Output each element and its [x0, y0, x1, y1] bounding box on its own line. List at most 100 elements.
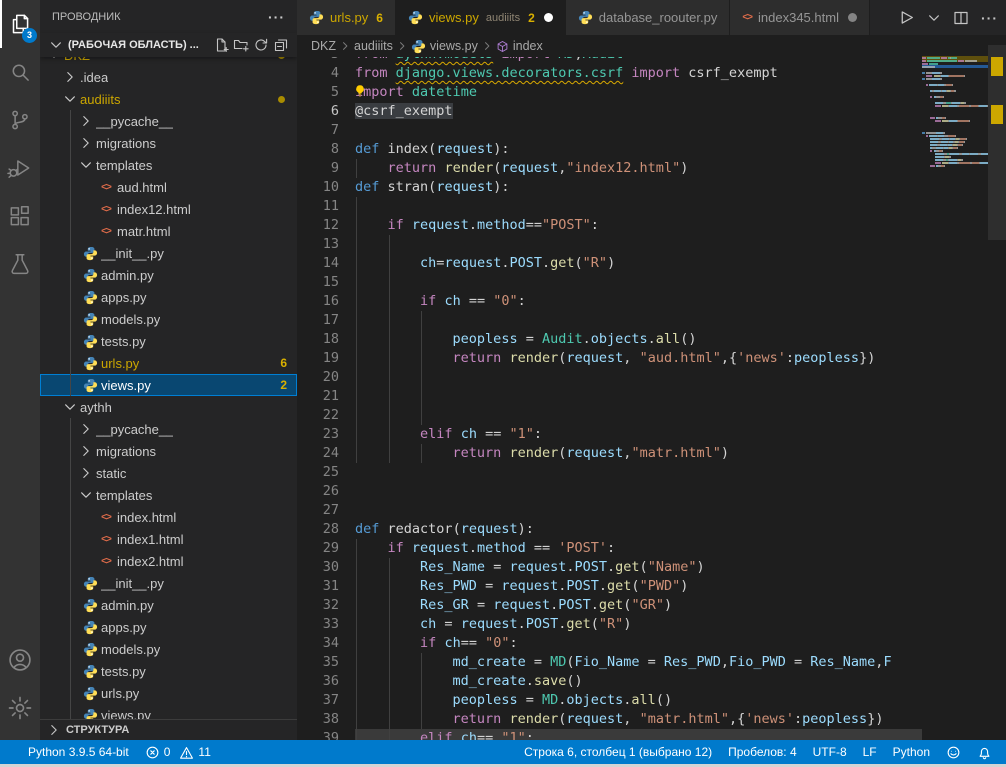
tree-item-tests-py[interactable]: tests.py	[40, 330, 297, 352]
tree-item-models-py[interactable]: models.py	[40, 308, 297, 330]
code-line-19[interactable]: 19return render(request, "aud.html",{'ne…	[297, 349, 922, 368]
status-indentation[interactable]: Пробелов: 4	[720, 745, 805, 759]
activity-item-extensions[interactable]	[0, 192, 40, 240]
tree-item-urls-py[interactable]: urls.py6	[40, 352, 297, 374]
tab-urls-py[interactable]: urls.py6	[297, 0, 396, 35]
tree-item-apps-py[interactable]: apps.py	[40, 286, 297, 308]
code-line-35[interactable]: 35md_create = MD(Fio_Name = Res_PWD,Fio_…	[297, 653, 922, 672]
code-line-15[interactable]: 15	[297, 273, 922, 292]
code-line-25[interactable]: 25	[297, 463, 922, 482]
tree-item-init-py[interactable]: __init__.py	[40, 572, 297, 594]
code-line-37[interactable]: 37peopless = MD.objects.all()	[297, 691, 922, 710]
new-file-button[interactable]	[211, 35, 231, 55]
dirty-indicator-icon[interactable]	[544, 13, 553, 22]
code-line-39[interactable]: 39elif ch== "1":	[297, 729, 922, 740]
activity-item-search[interactable]	[0, 48, 40, 96]
code-line-17[interactable]: 17	[297, 311, 922, 330]
code-line-24[interactable]: 24return render(request,"matr.html")	[297, 444, 922, 463]
activity-item-run-debug[interactable]	[0, 144, 40, 192]
tree-item-index12-html[interactable]: <>index12.html	[40, 198, 297, 220]
tree-item-aud-html[interactable]: <>aud.html	[40, 176, 297, 198]
tab-index345-html[interactable]: <>index345.html	[730, 0, 870, 35]
tree-item-urls-py[interactable]: urls.py	[40, 682, 297, 704]
tab-views-py[interactable]: views.pyaudiiits2	[396, 0, 566, 35]
activity-item-explorer[interactable]: 3	[0, 0, 40, 48]
status-notifications[interactable]	[969, 745, 1000, 760]
workspace-section-header[interactable]: (РАБОЧАЯ ОБЛАСТЬ) ...	[40, 33, 297, 57]
code-line-32[interactable]: 32Res_GR = request.POST.get("GR")	[297, 596, 922, 615]
code-line-18[interactable]: 18peopless = Audit.objects.all()	[297, 330, 922, 349]
tree-item-views-py[interactable]: views.py2	[40, 374, 297, 396]
status-cursor-position[interactable]: Строка 6, столбец 1 (выбрано 12)	[516, 745, 720, 759]
status-encoding[interactable]: UTF-8	[805, 745, 855, 759]
tree-item-static[interactable]: static	[40, 462, 297, 484]
code-line-6[interactable]: 6@csrf_exempt	[297, 102, 922, 121]
code-line-30[interactable]: 30Res_Name = request.POST.get("Name")	[297, 558, 922, 577]
tab-database-roouter-py[interactable]: database_roouter.py	[566, 0, 731, 35]
code-line-22[interactable]: 22	[297, 406, 922, 425]
tree-item-admin-py[interactable]: admin.py	[40, 264, 297, 286]
tree-item-migrations[interactable]: migrations	[40, 440, 297, 462]
code-editor[interactable]: 3from aythh.models import MD,Audit4from …	[297, 57, 922, 740]
code-line-34[interactable]: 34if ch== "0":	[297, 634, 922, 653]
explorer-more-actions-icon[interactable]: ···	[268, 9, 285, 25]
tree-item-templates[interactable]: templates	[40, 154, 297, 176]
collapse-all-button[interactable]	[271, 35, 291, 55]
code-line-29[interactable]: 29if request.method == 'POST':	[297, 539, 922, 558]
code-line-14[interactable]: 14ch=request.POST.get("R")	[297, 254, 922, 273]
status-python-interpreter[interactable]: Python 3.9.5 64-bit	[20, 745, 137, 759]
tree-item-pycache[interactable]: __pycache__	[40, 418, 297, 440]
lightbulb-icon[interactable]	[353, 84, 367, 98]
code-line-33[interactable]: 33ch = request.POST.get("R")	[297, 615, 922, 634]
code-line-9[interactable]: 9return render(request,"index12.html")	[297, 159, 922, 178]
code-line-10[interactable]: 10def stran(request):	[297, 178, 922, 197]
code-line-28[interactable]: 28def redactor(request):	[297, 520, 922, 539]
tree-item-aythh[interactable]: aythh	[40, 396, 297, 418]
code-line-3[interactable]: 3from aythh.models import MD,Audit	[297, 57, 922, 64]
tree-item-index2-html[interactable]: <>index2.html	[40, 550, 297, 572]
tree-item-pycache[interactable]: __pycache__	[40, 110, 297, 132]
outline-section-header[interactable]: СТРУКТУРА	[40, 719, 297, 740]
activity-item-source-control[interactable]	[0, 96, 40, 144]
tree-item-models-py[interactable]: models.py	[40, 638, 297, 660]
tree-item-migrations[interactable]: migrations	[40, 132, 297, 154]
split-editor-button[interactable]	[951, 8, 971, 28]
code-line-23[interactable]: 23elif ch == "1":	[297, 425, 922, 444]
new-folder-button[interactable]	[231, 35, 251, 55]
run-dropdown-button[interactable]	[925, 9, 943, 27]
tree-item-tests-py[interactable]: tests.py	[40, 660, 297, 682]
code-line-5[interactable]: 5import datetime	[297, 83, 922, 102]
status-problems[interactable]: 011	[137, 745, 219, 760]
tree-item-index1-html[interactable]: <>index1.html	[40, 528, 297, 550]
status-language-mode[interactable]: Python	[885, 745, 938, 759]
code-line-16[interactable]: 16if ch == "0":	[297, 292, 922, 311]
code-line-26[interactable]: 26	[297, 482, 922, 501]
breadcrumb-item-views-py[interactable]: views.py	[411, 39, 478, 54]
scrollbar[interactable]	[988, 45, 1006, 740]
minimap[interactable]	[922, 45, 988, 740]
status-eol[interactable]: LF	[855, 745, 885, 759]
code-line-20[interactable]: 20	[297, 368, 922, 387]
code-line-11[interactable]: 11	[297, 197, 922, 216]
tree-item-matr-html[interactable]: <>matr.html	[40, 220, 297, 242]
code-line-21[interactable]: 21	[297, 387, 922, 406]
tree-item-views-py[interactable]: views.py	[40, 704, 297, 720]
tree-item-index-html[interactable]: <>index.html	[40, 506, 297, 528]
dirty-indicator-icon[interactable]	[848, 13, 857, 22]
tree-item-idea[interactable]: .idea	[40, 66, 297, 88]
tree-item-dkz[interactable]: DKZ	[40, 57, 297, 66]
code-line-4[interactable]: 4from django.views.decorators.csrf impor…	[297, 64, 922, 83]
code-line-31[interactable]: 31Res_PWD = request.POST.get("PWD")	[297, 577, 922, 596]
status-feedback[interactable]	[938, 745, 969, 760]
activity-item-settings[interactable]	[0, 684, 40, 732]
tree-item-admin-py[interactable]: admin.py	[40, 594, 297, 616]
tree-item-apps-py[interactable]: apps.py	[40, 616, 297, 638]
activity-item-testing[interactable]	[0, 240, 40, 288]
code-line-12[interactable]: 12if request.method=="POST":	[297, 216, 922, 235]
code-line-27[interactable]: 27	[297, 501, 922, 520]
breadcrumb-item-audiiits[interactable]: audiiits	[354, 39, 393, 53]
code-line-8[interactable]: 8def index(request):	[297, 140, 922, 159]
tree-item-audiiits[interactable]: audiiits	[40, 88, 297, 110]
run-python-file-button[interactable]	[896, 7, 917, 28]
more-actions-button[interactable]: ···	[979, 8, 1000, 28]
